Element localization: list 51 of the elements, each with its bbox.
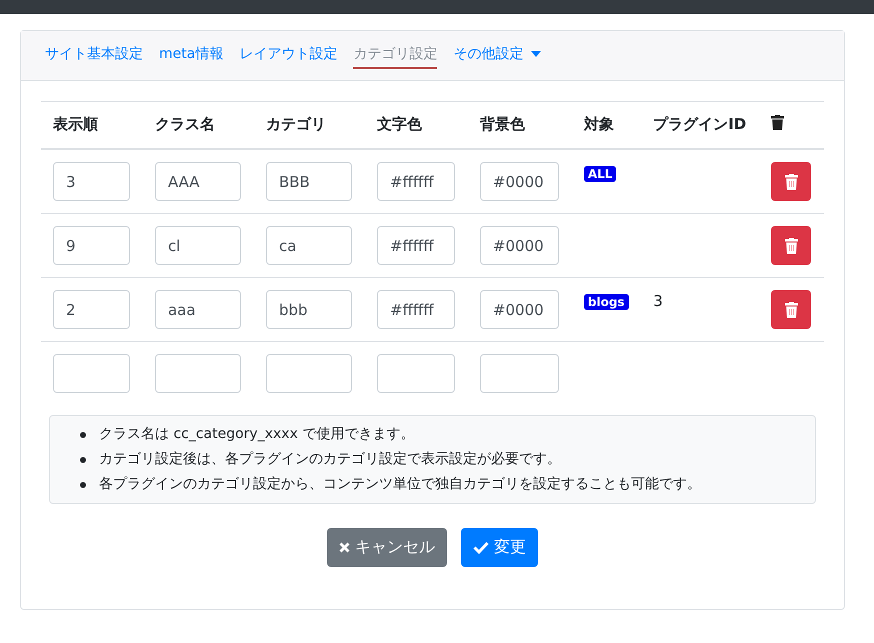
input-field[interactable]: #0000	[480, 290, 559, 329]
delete-button[interactable]	[771, 290, 812, 329]
column-header: 背景色	[480, 115, 525, 133]
input-field[interactable]	[376, 354, 455, 393]
close-icon	[339, 542, 350, 553]
input-field[interactable]	[53, 354, 130, 393]
bullet-icon	[80, 456, 86, 462]
column-header: クラス名	[154, 115, 215, 133]
input-field[interactable]: #ffffff	[376, 290, 455, 329]
cancel-button[interactable]: キャンセル	[327, 528, 447, 567]
input-field[interactable]: 3	[53, 162, 130, 201]
note-text: カテゴリ設定後は、各プラグインのカテゴリ設定で表示設定が必要です。	[99, 450, 561, 469]
input-field[interactable]: #0000	[480, 162, 559, 201]
column-header: カテゴリ	[266, 115, 326, 133]
check-icon	[473, 541, 489, 554]
trash-icon	[784, 174, 798, 190]
input-field[interactable]: AAA	[154, 162, 241, 201]
input-field[interactable]	[266, 354, 352, 393]
bullet-icon	[80, 482, 86, 488]
note-text: 各プラグインのカテゴリ設定から、コンテンツ単位で独自カテゴリを設定することも可能です。	[99, 475, 701, 494]
input-field[interactable]	[480, 354, 559, 393]
trash-icon	[784, 238, 798, 254]
target-badge: blogs	[584, 294, 629, 310]
input-field[interactable]: bbb	[266, 290, 352, 329]
input-field[interactable]: aaa	[154, 290, 241, 329]
trash-icon	[771, 115, 784, 130]
delete-button[interactable]	[771, 226, 812, 265]
input-field[interactable]: #0000	[480, 226, 559, 265]
input-field[interactable]: BBB	[266, 162, 352, 201]
column-header: 対象	[584, 115, 614, 133]
tab[interactable]: その他設定	[453, 42, 542, 68]
input-field[interactable]: cl	[154, 226, 241, 265]
input-field[interactable]: 9	[53, 226, 130, 265]
input-field[interactable]: #ffffff	[376, 226, 455, 265]
submit-button[interactable]: 変更	[461, 528, 538, 567]
column-header: プラグインID	[653, 115, 746, 133]
note-text: クラス名は cc_category_xxxx で使用できます。	[99, 425, 414, 444]
delete-button[interactable]	[771, 162, 812, 201]
tab[interactable]: meta情報	[159, 42, 224, 68]
column-header: 表示順	[53, 115, 98, 133]
target-badge: ALL	[584, 166, 616, 182]
input-field[interactable]: 2	[53, 290, 130, 329]
input-field[interactable]	[154, 354, 241, 393]
trash-icon	[784, 302, 798, 318]
bullet-icon	[80, 432, 86, 438]
tab[interactable]: レイアウト設定	[239, 42, 338, 68]
tab[interactable]: サイト基本設定	[45, 42, 143, 68]
plugin-id: 3	[653, 292, 663, 310]
input-field[interactable]: ca	[266, 226, 352, 265]
column-header: 文字色	[376, 115, 422, 133]
input-field[interactable]: #ffffff	[376, 162, 455, 201]
